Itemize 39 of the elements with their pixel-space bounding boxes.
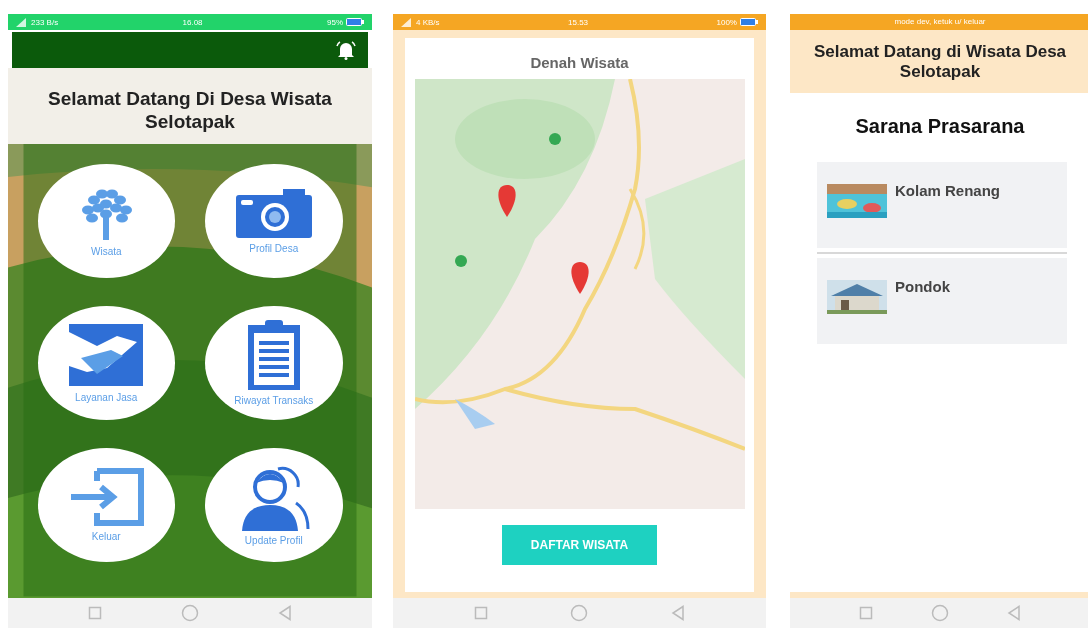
signal-icon: [401, 17, 413, 27]
menu-label: Profil Desa: [249, 243, 299, 255]
signal-icon: [16, 17, 28, 27]
menu-label: Keluar: [91, 531, 121, 543]
menu-label: Layanan Jasa: [75, 392, 138, 404]
list-tourism-button[interactable]: DAFTAR WISATA: [502, 525, 657, 565]
recent-apps-icon[interactable]: [87, 606, 102, 620]
camera-icon: [234, 187, 313, 240]
clipboard-icon: [246, 319, 301, 392]
facility-name: Kolam Renang: [895, 181, 1000, 199]
facility-name: Pondok: [895, 277, 950, 295]
status-time: 15.53: [568, 17, 589, 27]
welcome-title: Selamat Datang Di Desa Wisata Selotapak: [47, 88, 333, 134]
handshake-icon: [67, 322, 146, 389]
menu-label: Riwayat Transaks: [234, 395, 314, 407]
facility-card[interactable]: Kolam Renang: [817, 161, 1067, 248]
section-title: Sarana Prasarana: [854, 114, 1026, 138]
dev-mode-banner[interactable]: mode dev, ketuk u/ keluar: [790, 14, 1088, 30]
home-icon[interactable]: [570, 604, 589, 622]
battery-percent: 100%: [716, 17, 737, 27]
status-time: 16.08: [182, 17, 203, 27]
map-title: Denah Wisata: [530, 54, 629, 71]
recent-apps-icon[interactable]: [859, 606, 873, 620]
home-icon[interactable]: [181, 604, 199, 622]
menu-label: Update Profil: [244, 535, 303, 547]
recent-apps-icon[interactable]: [474, 606, 489, 620]
network-speed: 233 B/s: [31, 17, 59, 27]
back-icon[interactable]: [1007, 605, 1021, 621]
header-title: Selamat Datang di Wisata Desa Selotapak: [790, 30, 1088, 93]
back-icon[interactable]: [670, 605, 685, 621]
home-icon[interactable]: [931, 604, 949, 622]
battery-icon: [346, 18, 364, 26]
back-icon[interactable]: [278, 605, 293, 621]
battery-percent: 95%: [327, 17, 343, 27]
bell-icon[interactable]: [336, 40, 356, 60]
battery-icon: [740, 18, 758, 26]
menu-label: Wisata: [90, 246, 122, 258]
network-speed: 4 KB/s: [416, 17, 440, 27]
facility-card[interactable]: Pondok: [817, 257, 1067, 344]
